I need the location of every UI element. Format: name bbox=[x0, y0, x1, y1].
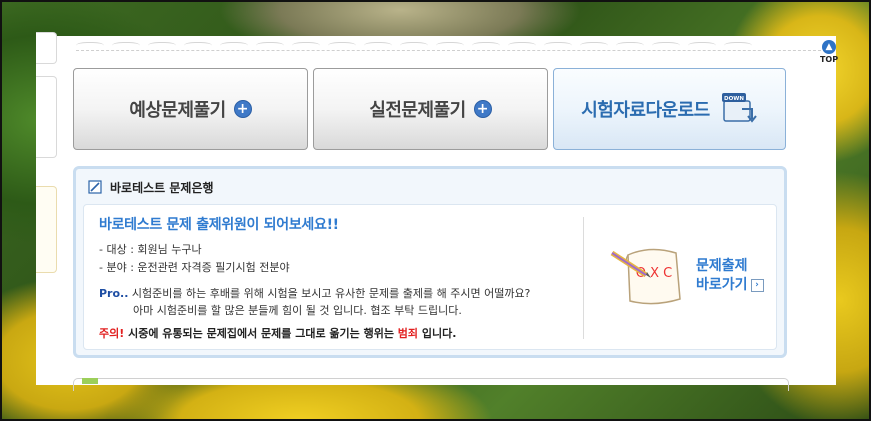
tab-exam-download[interactable]: 시험자료다운로드 DOWN bbox=[553, 68, 786, 150]
shortcut-label: 문제출제 바로가기 › bbox=[696, 257, 764, 295]
pro-tag: Pro.. bbox=[99, 287, 129, 300]
shortcut-line-1: 문제출제 bbox=[696, 258, 748, 274]
tab-label: 시험자료다운로드 bbox=[581, 100, 710, 121]
field-line: - 분야 : 운전관련 자격증 필기시험 전분야 bbox=[99, 261, 290, 274]
memo-pencil-icon bbox=[88, 180, 102, 194]
next-section-box bbox=[73, 378, 789, 391]
green-accent bbox=[82, 378, 98, 384]
main-tabs: 예상문제풀기 + 실전문제풀기 + 시험자료다운로드 DOWN bbox=[73, 68, 787, 152]
arrow-up-icon: ▲ bbox=[822, 40, 836, 54]
tab-label: 예상문제풀기 bbox=[129, 100, 226, 121]
shortcut-line-2: 바로가기 bbox=[696, 277, 748, 293]
side-panel-lower bbox=[36, 186, 57, 273]
side-panel-top bbox=[36, 32, 57, 64]
bank-header: 바로테스트 문제은행 bbox=[88, 178, 214, 196]
tab-expected-questions[interactable]: 예상문제풀기 + bbox=[73, 68, 308, 150]
plus-circle-icon: + bbox=[473, 100, 492, 118]
question-bank-box: 바로테스트 문제은행 바로테스트 문제 출제위원이 되어보세요!! - 대상 :… bbox=[73, 166, 787, 358]
pro-text: Pro.. 시험준비를 하는 후배를 위해 시험을 보시고 유사한 문제를 출제… bbox=[99, 285, 530, 319]
warning-crime: 범죄 bbox=[397, 327, 419, 340]
submit-question-shortcut[interactable]: O X C 문제출제 바로가기 › bbox=[610, 235, 780, 325]
scroll-top-button[interactable]: ▲ TOP bbox=[818, 40, 840, 70]
bank-title: 바로테스트 문제은행 bbox=[110, 180, 214, 195]
pro-line-2: 아마 시험준비를 할 많은 분들께 힘이 될 것 입니다. 협조 부탁 드립니다… bbox=[133, 304, 462, 317]
warning-text: 주의! 시중에 유통되는 문제집에서 문제를 그대로 옮기는 행위는 범죄 입니… bbox=[99, 325, 456, 341]
top-label: TOP bbox=[819, 55, 839, 64]
warning-tag: 주의! bbox=[99, 327, 125, 340]
tab-label: 실전문제풀기 bbox=[369, 100, 466, 121]
bank-content: 바로테스트 문제 출제위원이 되어보세요!! - 대상 : 회원님 누구나 - … bbox=[83, 204, 777, 350]
bank-headline: 바로테스트 문제 출제위원이 되어보세요!! bbox=[99, 217, 339, 233]
download-folder-icon: DOWN bbox=[721, 93, 757, 123]
side-panel-middle bbox=[36, 76, 57, 158]
tab-practice-questions[interactable]: 실전문제풀기 + bbox=[313, 68, 548, 150]
plus-circle-icon: + bbox=[233, 100, 252, 118]
warning-body: 시중에 유통되는 문제집에서 문제를 그대로 옮기는 행위는 bbox=[124, 327, 398, 340]
pro-line-1: 시험준비를 하는 후배를 위해 시험을 보시고 유사한 문제를 출제를 해 주시… bbox=[128, 287, 531, 300]
paper-pencil-icon: O X C bbox=[610, 248, 681, 305]
top-decoration bbox=[76, 36, 826, 51]
arrow-right-icon: › bbox=[750, 278, 764, 292]
content-panel: 예상문제풀기 + 실전문제풀기 + 시험자료다운로드 DOWN 바로테스트 문제… bbox=[36, 32, 836, 391]
warning-end: 입니다. bbox=[418, 327, 457, 340]
target-line: - 대상 : 회원님 누구나 bbox=[99, 243, 202, 256]
down-text: DOWN bbox=[724, 96, 744, 102]
vertical-divider bbox=[583, 217, 584, 339]
